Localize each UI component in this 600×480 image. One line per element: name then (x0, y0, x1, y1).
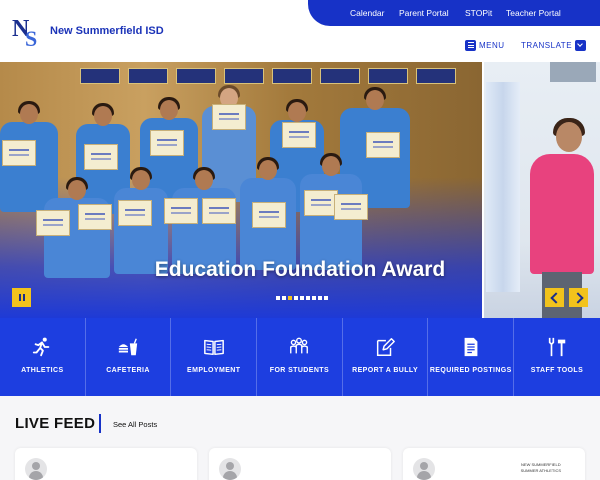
translate-button[interactable]: TRANSLATE (521, 39, 587, 51)
slide-dot[interactable] (282, 296, 286, 300)
quick-link-for-students[interactable]: FOR STUDENTS (257, 318, 343, 396)
quick-link-label: EMPLOYMENT (187, 367, 241, 374)
quick-link-report-a-bully[interactable]: REPORT A BULLY (343, 318, 429, 396)
food-icon (118, 338, 138, 356)
feed-post-card[interactable] (209, 448, 391, 480)
live-feed-section: LIVE FEED See All Posts NEW SUMMERFIELD … (0, 396, 600, 480)
avatar (219, 458, 241, 480)
quick-link-staff-tools[interactable]: STAFF TOOLS (514, 318, 600, 396)
hero-slideshow: Education Foundation Award (0, 62, 600, 318)
avatar (25, 458, 47, 480)
quick-link-label: FOR STUDENTS (269, 367, 330, 374)
utility-bar: Calendar Parent Portal STOPit Teacher Po… (308, 0, 600, 26)
previous-slide-button[interactable] (545, 288, 564, 307)
slide-dot[interactable] (324, 296, 328, 300)
slide-dot-active[interactable] (288, 296, 292, 300)
runner-icon (33, 337, 50, 357)
slide-indicators (276, 296, 328, 300)
next-slide-button[interactable] (569, 288, 588, 307)
quick-link-label: REQUIRED POSTINGS (429, 367, 512, 374)
site-name[interactable]: New Summerfield ISD (50, 25, 164, 37)
quick-link-label: STAFF TOOLS (530, 367, 584, 374)
menu-icon (465, 39, 476, 51)
pause-icon (18, 294, 21, 301)
slide-dot[interactable] (312, 296, 316, 300)
post-image-text: NEW SUMMERFIELD SUMMER ATHLETICS (520, 462, 561, 473)
feed-post-card[interactable]: NEW SUMMERFIELD SUMMER ATHLETICS (403, 448, 585, 480)
page: N S New Summerfield ISD Calendar Parent … (0, 0, 600, 480)
slide-dot[interactable] (294, 296, 298, 300)
hero-slide-title[interactable]: Education Foundation Award (0, 258, 600, 282)
slide-dot[interactable] (276, 296, 280, 300)
menu-button[interactable]: MENU (465, 39, 505, 51)
live-feed-title: LIVE FEED (15, 415, 96, 432)
document-icon (464, 337, 478, 357)
slide-dot[interactable] (306, 296, 310, 300)
parent-portal-link[interactable]: Parent Portal (399, 8, 449, 18)
translate-label: TRANSLATE (521, 40, 573, 50)
pause-button[interactable] (12, 288, 31, 307)
quick-link-label: ATHLETICS (21, 367, 64, 374)
quick-link-label: REPORT A BULLY (352, 367, 419, 374)
quick-link-label: CAFETERIA (106, 367, 150, 374)
menu-label: MENU (479, 40, 505, 50)
feed-post-card[interactable] (15, 448, 197, 480)
quick-link-required-postings[interactable]: REQUIRED POSTINGS (428, 318, 515, 396)
slide-dot[interactable] (318, 296, 322, 300)
quick-link-employment[interactable]: EMPLOYMENT (171, 318, 258, 396)
teacher-portal-link[interactable]: Teacher Portal (506, 8, 561, 18)
site-header: N S New Summerfield ISD Calendar Parent … (0, 0, 600, 62)
book-icon (203, 339, 224, 356)
slide-dot[interactable] (300, 296, 304, 300)
divider (99, 414, 101, 433)
gym-banners (80, 68, 480, 86)
calendar-link[interactable]: Calendar (350, 8, 385, 18)
district-logo-icon[interactable]: N S (12, 14, 44, 48)
chevron-down-icon (575, 39, 587, 51)
svg-text:S: S (25, 26, 37, 48)
see-all-posts-link[interactable]: See All Posts (113, 420, 157, 429)
quick-links-bar: ATHLETICS CAFETERIA EMPLOYMENT FOR STUDE… (0, 318, 600, 396)
tools-icon (548, 337, 566, 357)
group-icon (290, 337, 309, 354)
quick-link-athletics[interactable]: ATHLETICS (0, 318, 86, 396)
quick-link-cafeteria[interactable]: CAFETERIA (86, 318, 172, 396)
stopit-link[interactable]: STOPit (465, 8, 492, 18)
edit-icon (377, 338, 395, 356)
avatar (413, 458, 435, 480)
